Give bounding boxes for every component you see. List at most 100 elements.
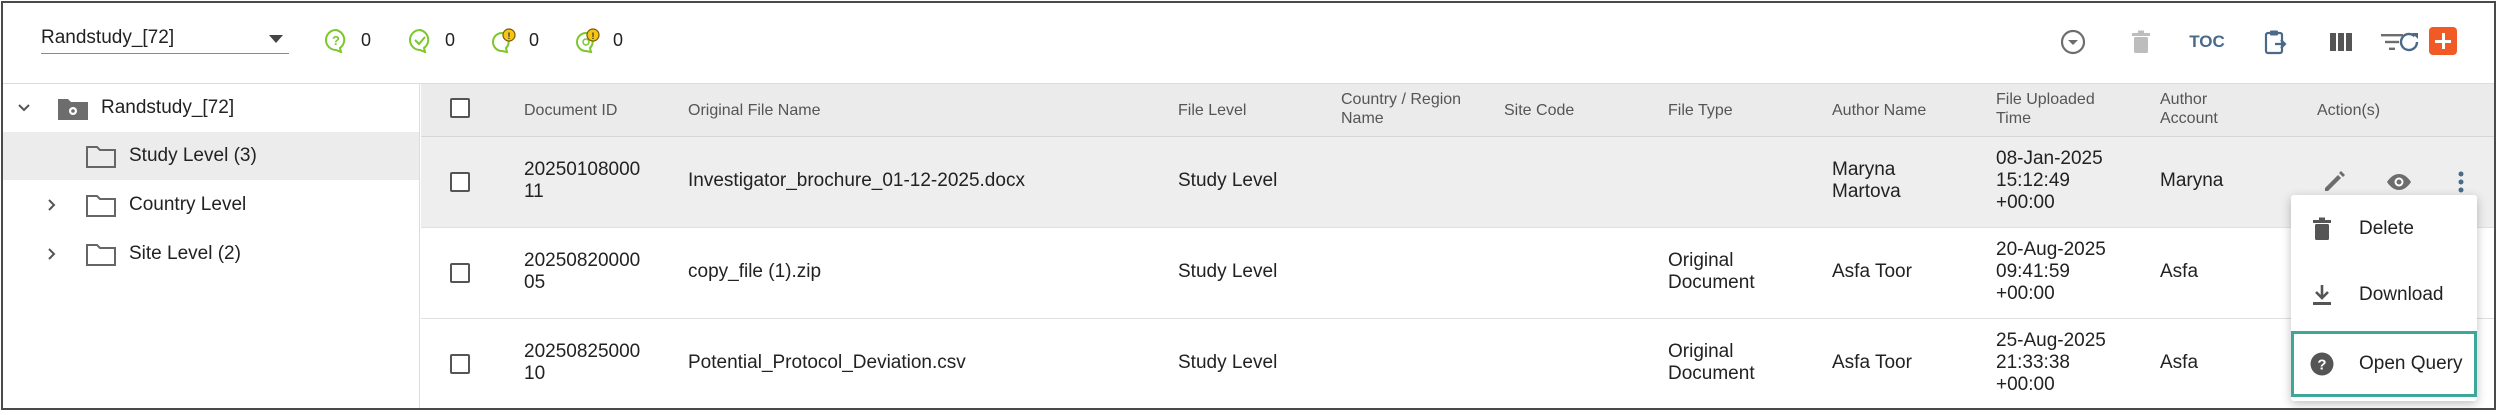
circle-down-button[interactable]: [2056, 25, 2090, 59]
folder-tree: Randstudy_[72] Study Level (3) Country L…: [3, 84, 420, 408]
app-window: Randstudy_[72] ? 0 0 ! 0 ! 0 TOC Randstu…: [1, 1, 2496, 410]
study-select-value: Randstudy_[72]: [41, 27, 175, 48]
trash-icon: [2132, 30, 2150, 53]
tree-item-country-level[interactable]: Country Level: [3, 181, 419, 229]
time-line3: +00:00: [1996, 192, 2055, 213]
status-count: 0: [529, 29, 540, 50]
cell-file-level: Study Level: [1178, 261, 1278, 282]
status-answered[interactable]: 0: [407, 25, 455, 55]
row-checkbox[interactable]: [450, 172, 470, 192]
tree-item-label: Site Level (2): [129, 243, 241, 264]
menu-item-download[interactable]: Download: [2291, 265, 2477, 325]
columns-button[interactable]: [2324, 25, 2358, 59]
file-type-line2: Document: [1668, 272, 1755, 293]
cell-uploaded-time: 08-Jan-2025 15:12:49 +00:00: [1996, 148, 2103, 214]
tree-item-study-level[interactable]: Study Level (3): [3, 132, 419, 180]
status-open-queries[interactable]: ? 0: [323, 25, 371, 55]
alert-chat-icon: !: [492, 28, 516, 53]
cell-author-name: Asfa Toor: [1832, 352, 1912, 373]
header-file-level[interactable]: File Level: [1178, 101, 1246, 120]
cell-author-account: Asfa: [2160, 261, 2199, 282]
question-chat-icon: ?: [325, 28, 346, 53]
svg-text:?: ?: [2317, 357, 2326, 374]
more-actions-button[interactable]: [2445, 166, 2477, 198]
status-alert[interactable]: ! 0: [491, 25, 539, 55]
menu-item-open-query[interactable]: ? Open Query: [2291, 331, 2477, 397]
status-count: 0: [445, 29, 456, 50]
clipboard-button[interactable]: [2258, 25, 2292, 59]
chevron-down-icon[interactable]: [17, 101, 31, 115]
status-count: 0: [613, 29, 624, 50]
row-checkbox[interactable]: [450, 263, 470, 283]
header-author-account[interactable]: Author Account: [2160, 90, 2218, 128]
caret-down-icon: [269, 35, 283, 43]
cell-uploaded-time: 20-Aug-2025 09:41:59 +00:00: [1996, 239, 2106, 305]
cell-document-id: 20250825000 10: [524, 341, 640, 385]
table-row[interactable]: 20250820000 05 copy_file (1).zip Study L…: [421, 228, 2494, 319]
header-uploaded-line2: Time: [1996, 110, 2031, 127]
filter-icon: [2381, 34, 2403, 50]
file-type-line1: Original: [1668, 341, 1734, 362]
header-uploaded-line1: File Uploaded: [1996, 91, 2095, 108]
header-document-id[interactable]: Document ID: [524, 101, 617, 120]
menu-item-delete[interactable]: Delete: [2291, 199, 2477, 259]
file-type-line2: Document: [1668, 363, 1755, 384]
tree-item-site-level[interactable]: Site Level (2): [3, 230, 419, 278]
cell-file-level: Study Level: [1178, 352, 1278, 373]
time-line1: 20-Aug-2025: [1996, 239, 2106, 260]
folder-cog-icon: [58, 99, 88, 120]
tree-root-label: Randstudy_[72]: [101, 97, 235, 118]
time-line2: 15:12:49: [1996, 170, 2070, 191]
tree-item-label: Study Level (3): [129, 145, 257, 166]
cell-file-level: Study Level: [1178, 170, 1278, 191]
cell-author-account: Maryna: [2160, 170, 2224, 191]
trash-icon: [2313, 217, 2331, 240]
header-uploaded-time[interactable]: File Uploaded Time: [1996, 90, 2095, 128]
cell-author-name: Asfa Toor: [1832, 261, 1912, 282]
tree-item-label: Country Level: [129, 194, 247, 215]
cell-file-name[interactable]: copy_file (1).zip: [688, 261, 821, 283]
delete-toolbar-button[interactable]: [2124, 25, 2158, 59]
folder-icon: [86, 195, 116, 217]
study-select[interactable]: Randstudy_[72]: [41, 25, 289, 54]
doc-id-line1: 20250825000: [524, 341, 641, 362]
header-site-code[interactable]: Site Code: [1504, 101, 1574, 120]
header-country-line2: Name: [1341, 110, 1384, 127]
table-header: Document ID Original File Name File Leve…: [421, 84, 2494, 137]
chevron-right-icon[interactable]: [45, 198, 59, 212]
download-icon: [2313, 285, 2331, 305]
view-button[interactable]: [2383, 166, 2415, 198]
header-author-name[interactable]: Author Name: [1832, 101, 1926, 120]
chevron-right-icon[interactable]: [45, 247, 59, 261]
add-icon[interactable]: [2429, 27, 2457, 55]
toc-button[interactable]: TOC: [2189, 25, 2225, 59]
header-file-name[interactable]: Original File Name: [688, 101, 820, 120]
circle-down-icon: [2060, 29, 2086, 55]
cell-file-name[interactable]: Potential_Protocol_Deviation.csv: [688, 352, 966, 374]
cell-file-type: Original Document: [1668, 341, 1755, 385]
tree-root[interactable]: Randstudy_[72]: [3, 84, 419, 132]
table-row[interactable]: 20250108000 11 Investigator_brochure_01-…: [421, 137, 2494, 228]
header-account-line2: Account: [2160, 110, 2218, 127]
time-line2: 21:33:38: [1996, 352, 2070, 373]
row-checkbox[interactable]: [450, 354, 470, 374]
filter-button[interactable]: [2375, 25, 2409, 59]
header-country-line1: Country / Region: [1341, 91, 1462, 108]
header-file-type[interactable]: File Type: [1668, 101, 1733, 120]
check-chat-icon: [409, 28, 430, 53]
row-actions-menu: Delete Download ? Open Query: [2291, 195, 2477, 401]
table-row[interactable]: 20250825000 10 Potential_Protocol_Deviat…: [421, 319, 2494, 408]
time-line1: 08-Jan-2025: [1996, 148, 2103, 169]
edit-button[interactable]: [2318, 166, 2350, 198]
select-all-checkbox[interactable]: [450, 98, 470, 118]
time-line3: +00:00: [1996, 283, 2055, 304]
author-line1: Maryna: [1832, 159, 1896, 180]
alert-chat-cog-icon: !: [576, 28, 600, 53]
eye-icon: [2387, 174, 2411, 190]
cell-file-name[interactable]: Investigator_brochure_01-12-2025.docx: [688, 170, 1025, 192]
status-alert-cog[interactable]: ! 0: [575, 25, 623, 55]
header-country[interactable]: Country / Region Name: [1341, 90, 1461, 128]
time-line2: 09:41:59: [1996, 261, 2070, 282]
doc-id-line1: 20250108000: [524, 159, 641, 180]
cell-uploaded-time: 25-Aug-2025 21:33:38 +00:00: [1996, 330, 2106, 396]
